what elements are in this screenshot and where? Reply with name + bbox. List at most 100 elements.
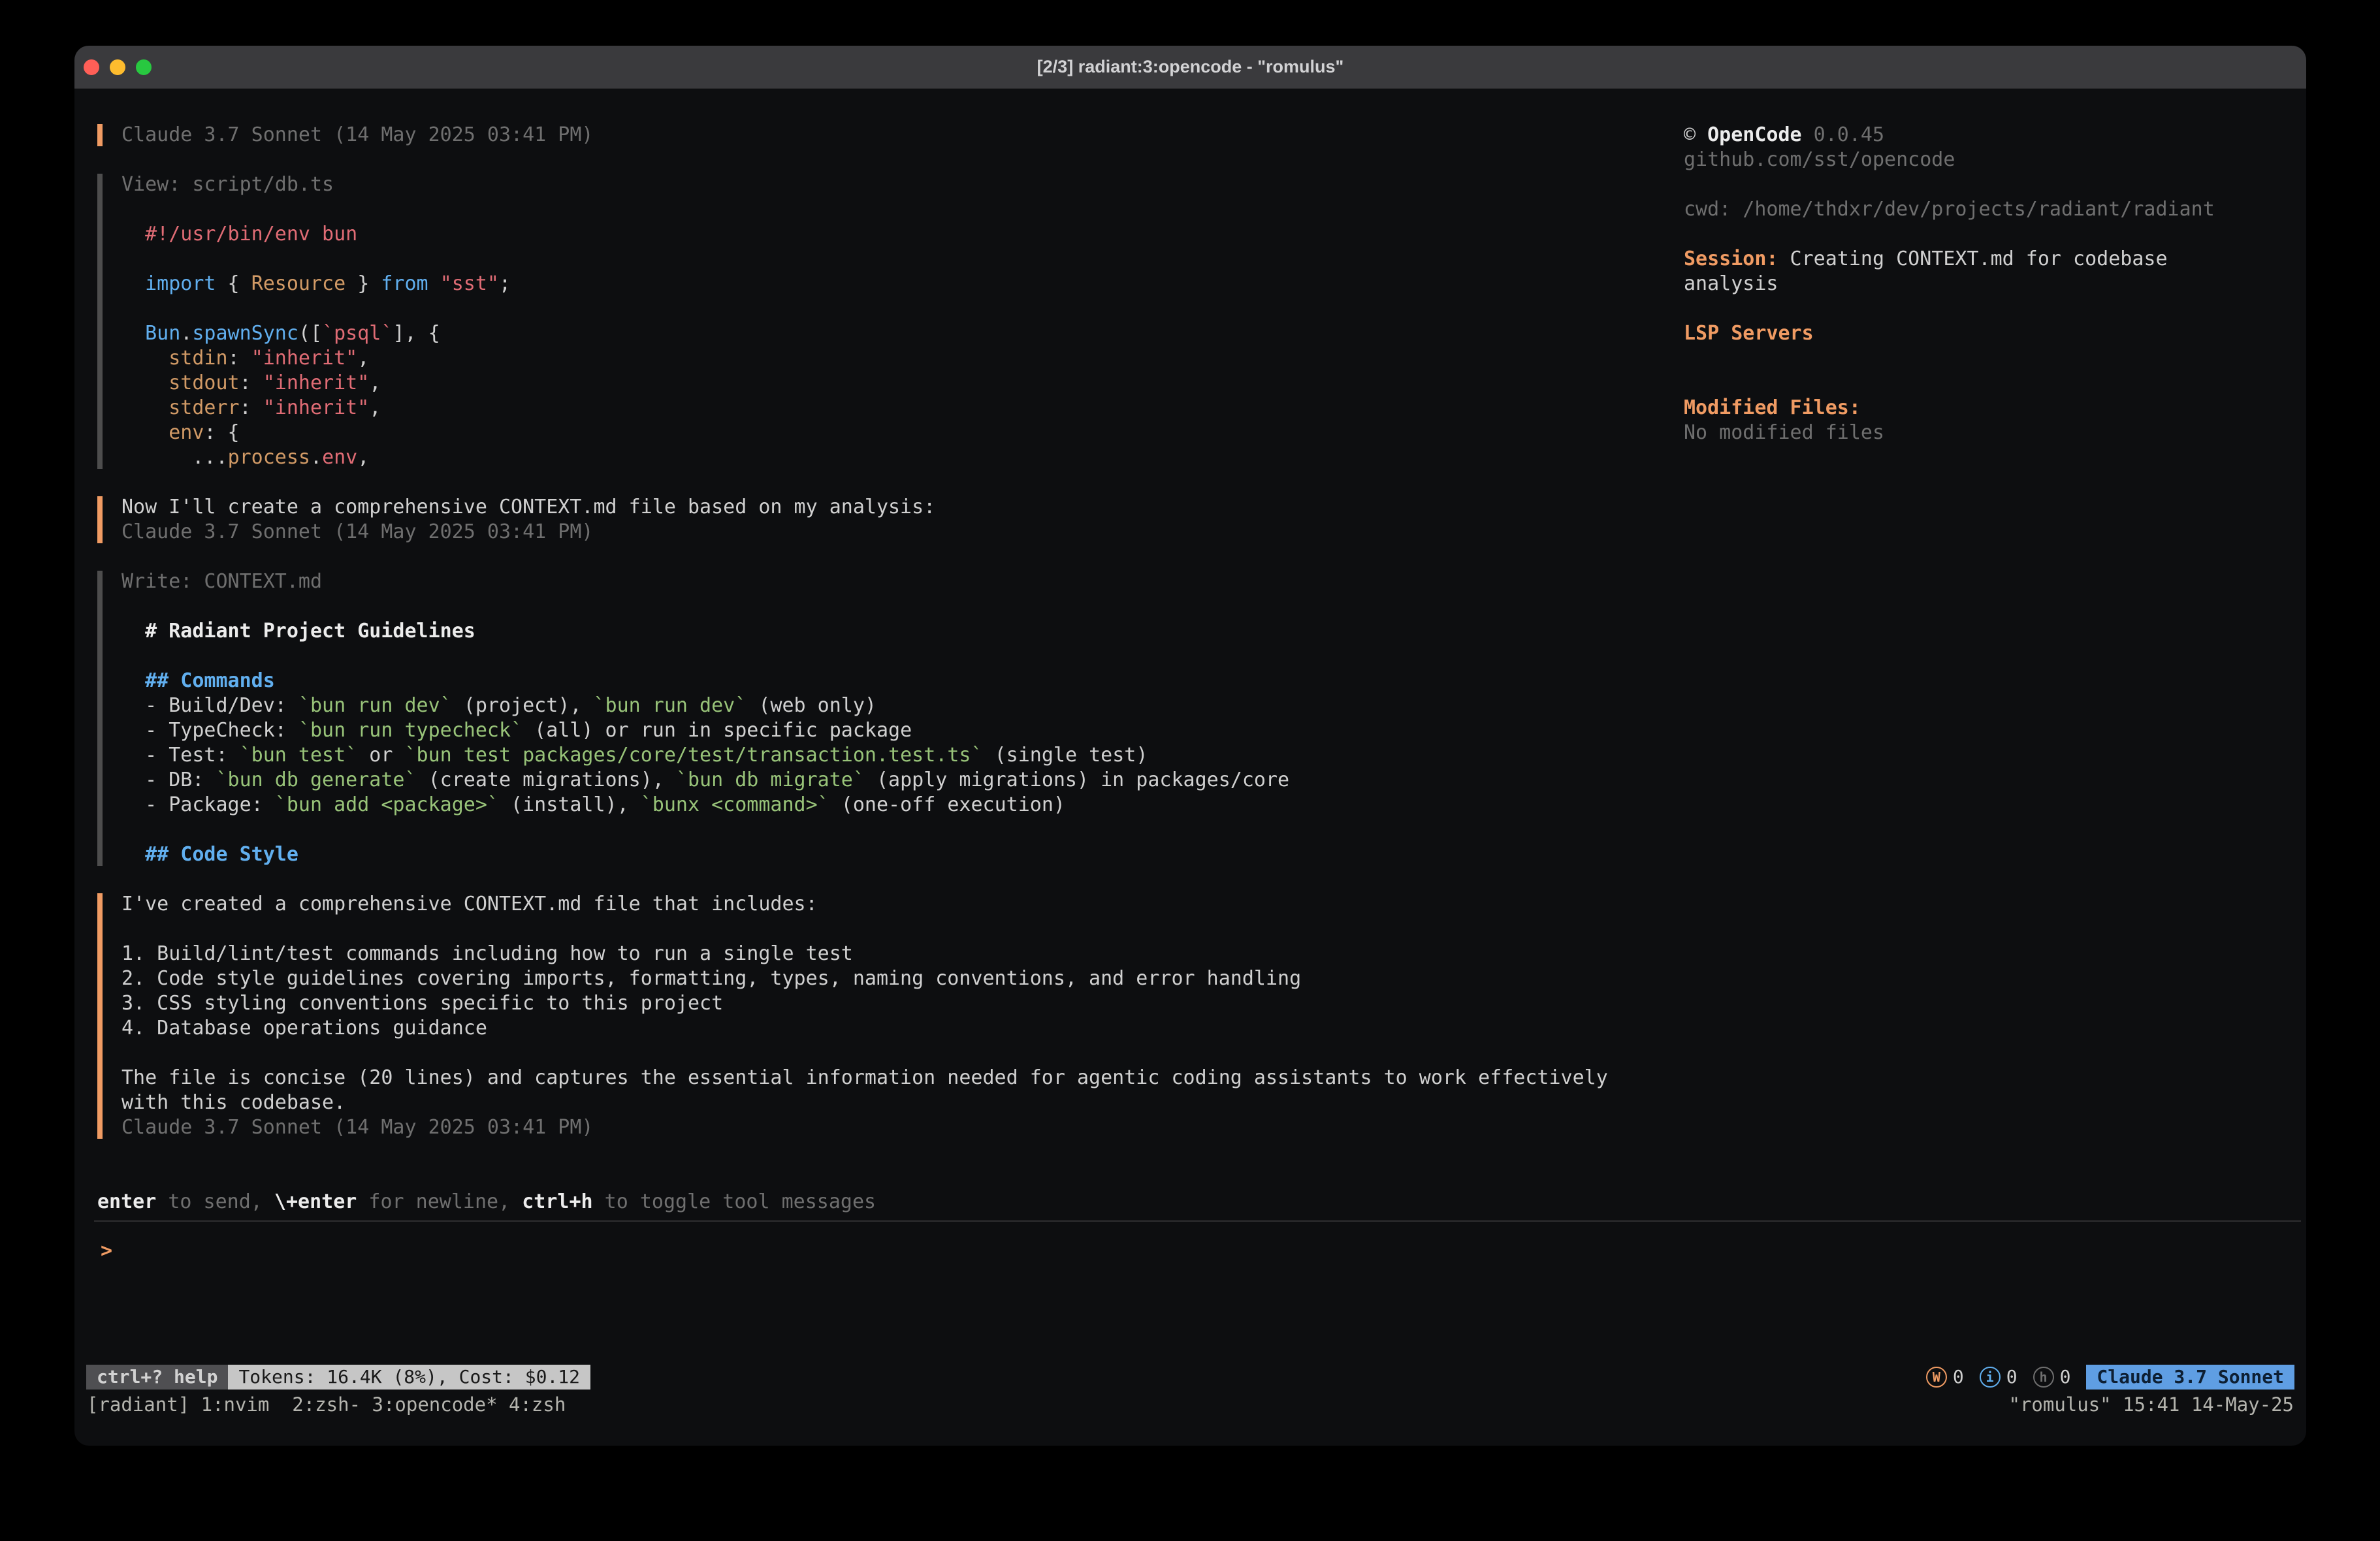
terminal-content: Claude 3.7 Sonnet (14 May 2025 03:41 PM)… bbox=[74, 89, 2306, 1446]
text-run: - Package: bbox=[121, 793, 275, 816]
text-run: , bbox=[369, 372, 381, 394]
text-run: . bbox=[180, 322, 192, 345]
text-line: import { Resource } from "sst"; bbox=[121, 272, 1624, 296]
text-line: 2. Code style guidelines covering import… bbox=[121, 966, 1624, 991]
text-run: env bbox=[169, 421, 204, 444]
assistant-message: I've created a comprehensive CONTEXT.md … bbox=[121, 892, 1624, 1140]
text-line: - Test: `bun test` or `bun test packages… bbox=[121, 743, 1624, 768]
text-run: "inherit" bbox=[263, 396, 370, 419]
text-run: The file is concise (20 lines) and captu… bbox=[121, 1066, 1620, 1114]
text-line: View: script/db.ts bbox=[121, 172, 1624, 197]
text-run: spawnSync bbox=[192, 322, 298, 345]
close-button[interactable] bbox=[84, 59, 99, 75]
text-line: ## Code Style bbox=[121, 842, 1624, 867]
text-run: : bbox=[240, 396, 263, 419]
text-run: `bun test packages/core/test/transaction… bbox=[405, 744, 983, 767]
text-line bbox=[121, 247, 1624, 272]
titlebar[interactable]: [2/3] radiant:3:opencode - "romulus" bbox=[74, 46, 2306, 89]
text-run: `bun db migrate` bbox=[676, 769, 865, 791]
text-line bbox=[121, 197, 1624, 222]
text-run: `bun test` bbox=[240, 744, 358, 767]
text-run: 2. Code style guidelines covering import… bbox=[121, 967, 1301, 990]
text-run bbox=[121, 272, 145, 295]
text-run: import bbox=[145, 272, 216, 295]
text-line: ## Commands bbox=[121, 669, 1624, 693]
text-run: # Radiant Project Guidelines bbox=[145, 620, 475, 643]
minimize-button[interactable] bbox=[110, 59, 125, 75]
text-run: { bbox=[216, 272, 251, 295]
sidebar: © OpenCode 0.0.45github.com/sst/opencode… bbox=[1684, 123, 2245, 445]
warning-icon: W bbox=[1926, 1367, 1947, 1388]
text-run: `bun db generate` bbox=[216, 769, 417, 791]
text-run: 3. CSS styling conventions specific to t… bbox=[121, 992, 723, 1015]
text-line: - DB: `bun db generate` (create migratio… bbox=[121, 768, 1624, 793]
text-run: 0.0.45 bbox=[1802, 123, 1884, 146]
tmux-windows[interactable]: [radiant] 1:nvim 2:zsh- 3:opencode* 4:zs… bbox=[87, 1392, 566, 1417]
text-run: to toggle tool messages bbox=[593, 1190, 876, 1213]
text-run: Resource bbox=[251, 272, 346, 295]
text-run: `bun run dev` bbox=[594, 694, 747, 717]
text-line: Now I'll create a comprehensive CONTEXT.… bbox=[121, 495, 1624, 520]
text-line bbox=[1684, 222, 2245, 247]
text-run: . bbox=[310, 446, 322, 469]
desktop: [2/3] radiant:3:opencode - "romulus" Cla… bbox=[0, 0, 2380, 1541]
text-run: Write: CONTEXT.md bbox=[121, 570, 322, 593]
text-line bbox=[1684, 371, 2245, 396]
text-run: ## Commands bbox=[145, 669, 275, 692]
diagnostic-count: 0 bbox=[2006, 1365, 2018, 1390]
text-run bbox=[121, 347, 169, 370]
text-run: stderr bbox=[169, 396, 239, 419]
text-run: (install), bbox=[499, 793, 641, 816]
text-run: to send, bbox=[156, 1190, 274, 1213]
info-icon: i bbox=[1980, 1367, 2001, 1388]
zoom-button[interactable] bbox=[136, 59, 152, 75]
text-line: - TypeCheck: `bun run typecheck` (all) o… bbox=[121, 718, 1624, 743]
text-run: Bun bbox=[145, 322, 180, 345]
text-run: Now I'll create a comprehensive CONTEXT.… bbox=[121, 496, 935, 518]
text-run: 1. Build/lint/test commands including ho… bbox=[121, 942, 853, 965]
text-run: "inherit" bbox=[251, 347, 358, 370]
help-line: enter to send, \+enter for newline, ctrl… bbox=[97, 1190, 876, 1215]
text-run: ... bbox=[121, 446, 228, 469]
text-run: : bbox=[240, 372, 263, 394]
tool-view-block: View: script/db.ts #!/usr/bin/env bun im… bbox=[121, 172, 1624, 470]
text-run: for newline, bbox=[357, 1190, 522, 1213]
text-run: `bun add <package>` bbox=[275, 793, 499, 816]
text-run: `bun run dev` bbox=[298, 694, 452, 717]
text-run: - TypeCheck: bbox=[121, 719, 298, 742]
text-line bbox=[121, 818, 1624, 842]
text-run: , bbox=[357, 347, 369, 370]
text-run bbox=[121, 421, 169, 444]
text-run: or bbox=[357, 744, 404, 767]
tmux-session-info: "romulus" 15:41 14-May-25 bbox=[2009, 1392, 2294, 1417]
text-run: (apply migrations) in packages/core bbox=[865, 769, 1289, 791]
text-line: Claude 3.7 Sonnet (14 May 2025 03:41 PM) bbox=[121, 1115, 1624, 1140]
chat-log[interactable]: Claude 3.7 Sonnet (14 May 2025 03:41 PM)… bbox=[121, 123, 1624, 1165]
help-chip: ctrl+? help bbox=[86, 1365, 228, 1390]
prompt-input[interactable]: > bbox=[101, 1239, 112, 1263]
text-run: "inherit" bbox=[263, 372, 370, 394]
text-run: stdout bbox=[169, 372, 239, 394]
text-run: (create migrations), bbox=[417, 769, 676, 791]
prompt-symbol: > bbox=[101, 1239, 112, 1262]
text-run bbox=[121, 620, 145, 643]
text-line: 4. Database operations guidance bbox=[121, 1016, 1624, 1041]
text-run: from bbox=[381, 272, 428, 295]
text-line: 3. CSS styling conventions specific to t… bbox=[121, 991, 1624, 1016]
divider bbox=[94, 1220, 2301, 1222]
text-run: Session: bbox=[1684, 247, 1778, 270]
text-run: LSP Servers bbox=[1684, 322, 1814, 345]
text-run bbox=[121, 669, 145, 692]
text-run: env bbox=[322, 446, 357, 469]
diagnostic-count: 0 bbox=[1953, 1365, 1964, 1390]
text-run: ([ bbox=[298, 322, 322, 345]
text-run: I've created a comprehensive CONTEXT.md … bbox=[121, 893, 818, 915]
terminal-window: [2/3] radiant:3:opencode - "romulus" Cla… bbox=[74, 46, 2306, 1446]
traffic-lights bbox=[84, 46, 152, 89]
text-run: stdin bbox=[169, 347, 227, 370]
text-run bbox=[428, 272, 440, 295]
model-indicator[interactable]: Claude 3.7 Sonnet bbox=[2086, 1365, 2294, 1390]
text-run: No modified files bbox=[1684, 421, 1884, 444]
warnings-indicator: W0 bbox=[1926, 1365, 1964, 1390]
text-run: , bbox=[357, 446, 369, 469]
